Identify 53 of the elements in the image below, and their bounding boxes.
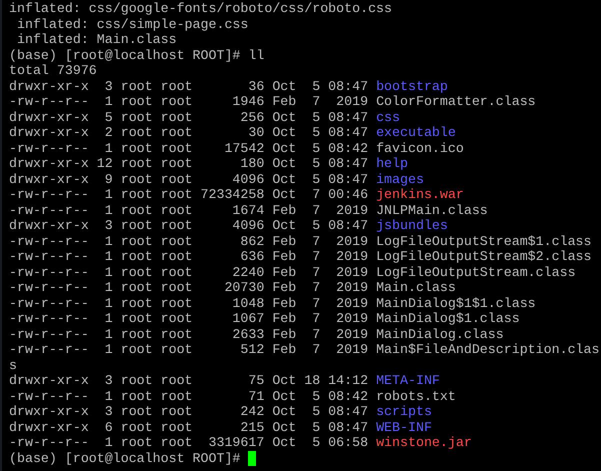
listing-details: drwxr-xr-x 3 root root 75 Oct 18 14:12 xyxy=(9,373,368,388)
file-name: LogFileOutputStream$2.class xyxy=(376,249,592,264)
output-text: total 73976 xyxy=(9,63,97,78)
listing-details: -rw-r--r-- 1 root root 1067 Feb 7 2019 xyxy=(9,311,368,326)
listing-details: drwxr-xr-x 5 root root 256 Oct 5 08:47 xyxy=(9,110,368,124)
file-name: executable xyxy=(376,125,456,140)
listing-details: -rw-r--r-- 1 root root 17542 Oct 5 08:42 xyxy=(9,140,368,156)
listing-details: -rw-r--r-- 1 root root 636 Feb 7 2019 xyxy=(9,249,368,264)
file-name: bootstrap xyxy=(376,78,448,94)
listing-details: drwxr-xr-x 9 root root 4096 Oct 5 08:47 xyxy=(9,172,368,186)
listing-details: -rw-r--r-- 1 root root 1674 Feb 7 2019 xyxy=(9,202,368,218)
file-name: MainDialog.class xyxy=(376,326,504,342)
listing-details: drwxr-xr-x 12 root root 180 Oct 5 08:47 xyxy=(9,156,368,171)
file-name: ColorFormatter.class xyxy=(376,94,536,109)
listing-details: -rw-r--r-- 1 root root 2633 Feb 7 2019 xyxy=(9,326,368,342)
file-name: JNLPMain.class xyxy=(376,202,488,218)
listing-details: drwxr-xr-x 6 root root 215 Oct 5 08:47 xyxy=(9,420,368,434)
file-name: LogFileOutputStream$1.class xyxy=(376,234,592,248)
output-text: inflated: css/simple-page.css xyxy=(16,16,248,32)
file-name: MainDialog$1$1.class xyxy=(376,296,536,310)
file-name: help xyxy=(376,156,408,171)
file-name: favicon.ico xyxy=(376,140,464,156)
shell-prompt: (base) [root@localhost ROOT]# ll xyxy=(9,48,264,62)
listing-details: -rw-r--r-- 1 root root 3319617 Oct 5 06:58 xyxy=(9,435,368,450)
listing-details: -rw-r--r-- 1 root root 862 Feb 7 2019 xyxy=(9,234,368,248)
file-name: jenkins.war xyxy=(376,187,464,202)
file-name: META-INF xyxy=(376,373,440,388)
file-name: Main.class xyxy=(376,280,456,295)
listing-details: drwxr-xr-x 3 root root 36 Oct 5 08:47 xyxy=(9,78,368,94)
output-text: inflated: Main.class xyxy=(16,32,177,47)
listing-details: -rw-r--r-- 1 root root 2240 Feb 7 2019 xyxy=(9,264,368,280)
file-name: jsbundles xyxy=(376,218,448,233)
file-name: images xyxy=(376,172,424,186)
file-name: robots.txt xyxy=(376,388,456,404)
file-name: MainDialog$1.class xyxy=(376,311,520,326)
file-name: LogFileOutputStream.class xyxy=(376,264,576,280)
listing-details: drwxr-xr-x 3 root root 4096 Oct 5 08:47 xyxy=(9,218,368,233)
file-name: winstone.jar xyxy=(376,435,472,450)
listing-details: -rw-r--r-- 1 root root 512 Feb 7 2019 xyxy=(9,342,368,357)
listing-details: -rw-r--r-- 1 root root 71 Oct 5 08:42 xyxy=(9,388,368,404)
listing-details: -rw-r--r-- 1 root root 72334258 Oct 7 00:46 xyxy=(9,187,368,202)
file-name: css xyxy=(376,110,400,124)
listing-details: -rw-r--r-- 1 root root 1048 Feb 7 2019 xyxy=(9,296,368,310)
listing-details: drwxr-xr-x 3 root root 242 Oct 5 08:47 xyxy=(9,404,368,419)
listing-details: -rw-r--r-- 1 root root 20730 Feb 7 2019 xyxy=(9,280,368,295)
shell-prompt: (base) [root@localhost ROOT]# xyxy=(9,450,240,466)
output-text: s xyxy=(9,358,17,372)
output-text: inflated: css/google-fonts/roboto/css/roboto.css xyxy=(9,1,392,16)
listing-details: drwxr-xr-x 2 root root 30 Oct 5 08:47 xyxy=(9,125,368,140)
file-name: WEB-INF xyxy=(376,420,432,434)
file-name: Main$FileAndDescription.clas xyxy=(376,342,600,357)
file-name: scripts xyxy=(376,404,432,419)
listing-details: -rw-r--r-- 1 root root 1946 Feb 7 2019 xyxy=(9,94,368,109)
